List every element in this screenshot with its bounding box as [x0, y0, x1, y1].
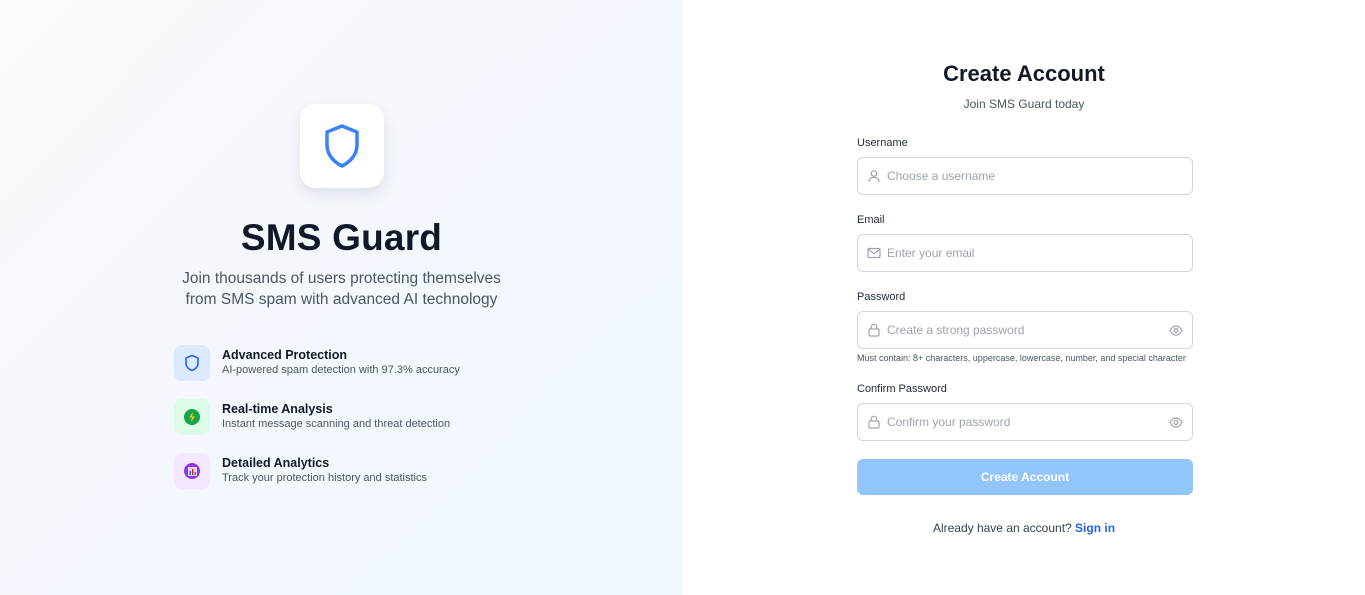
- confirm-password-input[interactable]: [887, 404, 1157, 440]
- username-field: [857, 157, 1193, 195]
- username-input[interactable]: [887, 158, 1157, 194]
- feature-icon-box: [174, 345, 210, 381]
- eye-icon[interactable]: [1169, 324, 1183, 337]
- password-label: Password: [857, 291, 906, 303]
- mail-icon: [867, 247, 881, 259]
- lock-icon: [868, 323, 880, 337]
- shield-icon: [185, 354, 199, 372]
- lightning-icon: [184, 409, 200, 425]
- create-account-button[interactable]: Create Account: [857, 459, 1193, 495]
- feature-description: Track your protection history and statis…: [222, 472, 428, 484]
- logo: [300, 104, 384, 188]
- chart-icon: [184, 463, 200, 479]
- feature-detailed-analytics: Detailed Analytics Track your protection…: [174, 453, 427, 489]
- signin-prompt: Already have an account?: [932, 521, 1072, 535]
- branding-panel: SMS Guard Join thousands of users protec…: [0, 0, 683, 595]
- feature-title: Detailed Analytics: [222, 456, 330, 470]
- feature-title: Real-time Analysis: [222, 402, 333, 416]
- user-icon: [868, 170, 880, 183]
- signin-link[interactable]: Sign in: [1075, 521, 1115, 535]
- shield-icon: [325, 124, 359, 168]
- brand-name: SMS Guard: [240, 217, 443, 258]
- feature-icon-box: [174, 453, 210, 489]
- password-hint: Must contain: 8+ characters, uppercase, …: [857, 353, 1186, 363]
- brand-tagline: Join thousands of users protecting thems…: [182, 270, 501, 308]
- signin-prompt-row: Already have an account? Sign in: [683, 521, 1365, 535]
- email-label: Email: [857, 214, 885, 226]
- email-field: [857, 234, 1193, 272]
- form-subtitle: Join SMS Guard today: [963, 97, 1085, 111]
- confirm-password-label: Confirm Password: [857, 383, 947, 395]
- feature-advanced-protection: Advanced Protection AI-powered spam dete…: [174, 345, 460, 381]
- password-field: [857, 311, 1193, 349]
- eye-icon[interactable]: [1169, 416, 1183, 429]
- password-input[interactable]: [887, 312, 1157, 348]
- feature-description: Instant message scanning and threat dete…: [222, 418, 451, 430]
- confirm-password-field: [857, 403, 1193, 441]
- feature-title: Advanced Protection: [222, 348, 348, 362]
- form-title: Create Account: [943, 61, 1105, 86]
- feature-realtime-analysis: Real-time Analysis Instant message scann…: [174, 399, 450, 435]
- email-input[interactable]: [887, 235, 1157, 271]
- feature-description: AI-powered spam detection with 97.3% acc…: [222, 364, 460, 376]
- username-label: Username: [857, 137, 908, 149]
- signup-panel: [683, 0, 1365, 595]
- feature-icon-box: [174, 399, 210, 435]
- lock-icon: [868, 415, 880, 429]
